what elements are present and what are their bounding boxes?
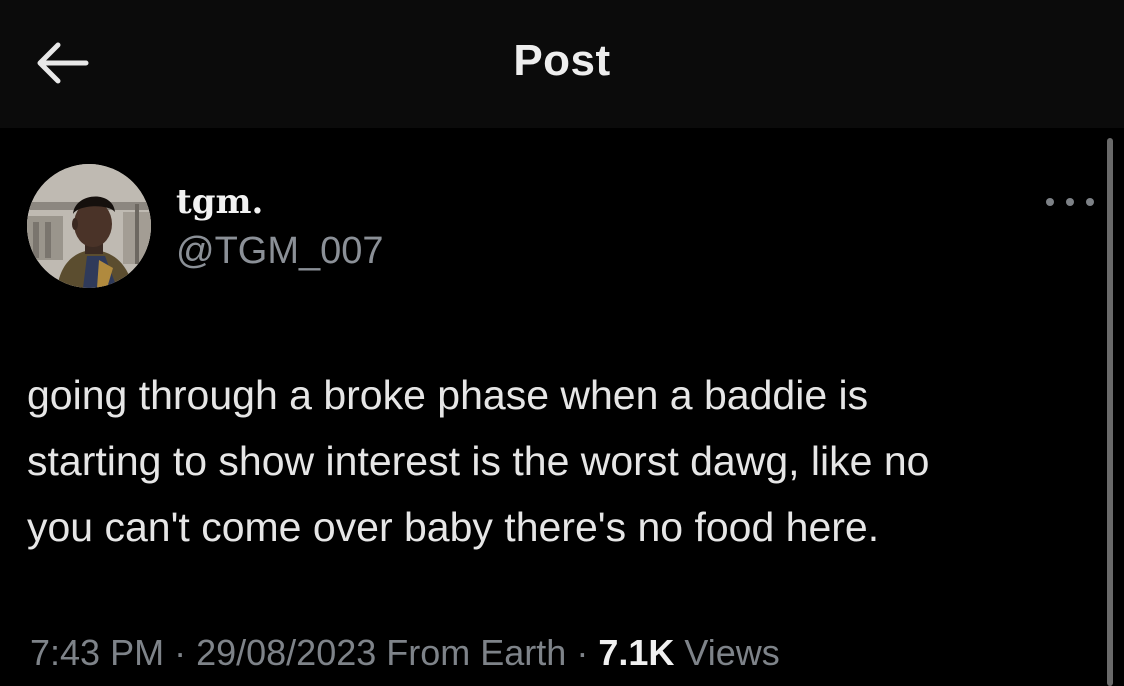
views-count[interactable]: 7.1K <box>598 632 674 673</box>
avatar[interactable] <box>27 164 151 288</box>
top-bar: Post <box>0 0 1124 128</box>
more-horizontal-icon <box>1046 198 1054 206</box>
post-text-line: going through a broke phase when a baddi… <box>27 372 869 418</box>
author-handle[interactable]: @TGM_007 <box>176 230 384 273</box>
more-horizontal-icon <box>1086 198 1094 206</box>
post-text-line: starting to show interest is the worst d… <box>27 438 930 484</box>
post-time[interactable]: 7:43 PM <box>30 632 164 673</box>
separator: · <box>164 632 197 673</box>
post-date[interactable]: 29/08/2023 <box>196 632 376 673</box>
author-display-name[interactable]: tgm. <box>176 182 263 222</box>
post-text: going through a broke phase when a baddi… <box>27 362 1102 560</box>
more-horizontal-icon <box>1066 198 1074 206</box>
post-metadata: 7:43 PM · 29/08/2023 From Earth · 7.1K V… <box>30 632 780 674</box>
post-source: From Earth <box>386 632 567 673</box>
page-title: Post <box>513 36 611 85</box>
separator: · <box>566 632 599 673</box>
post-text-line: you can't come over baby there's no food… <box>27 504 880 550</box>
scrollbar[interactable] <box>1107 138 1113 686</box>
more-options-button[interactable] <box>1046 188 1094 216</box>
profile-photo <box>27 164 151 288</box>
views-label[interactable]: Views <box>684 632 779 673</box>
